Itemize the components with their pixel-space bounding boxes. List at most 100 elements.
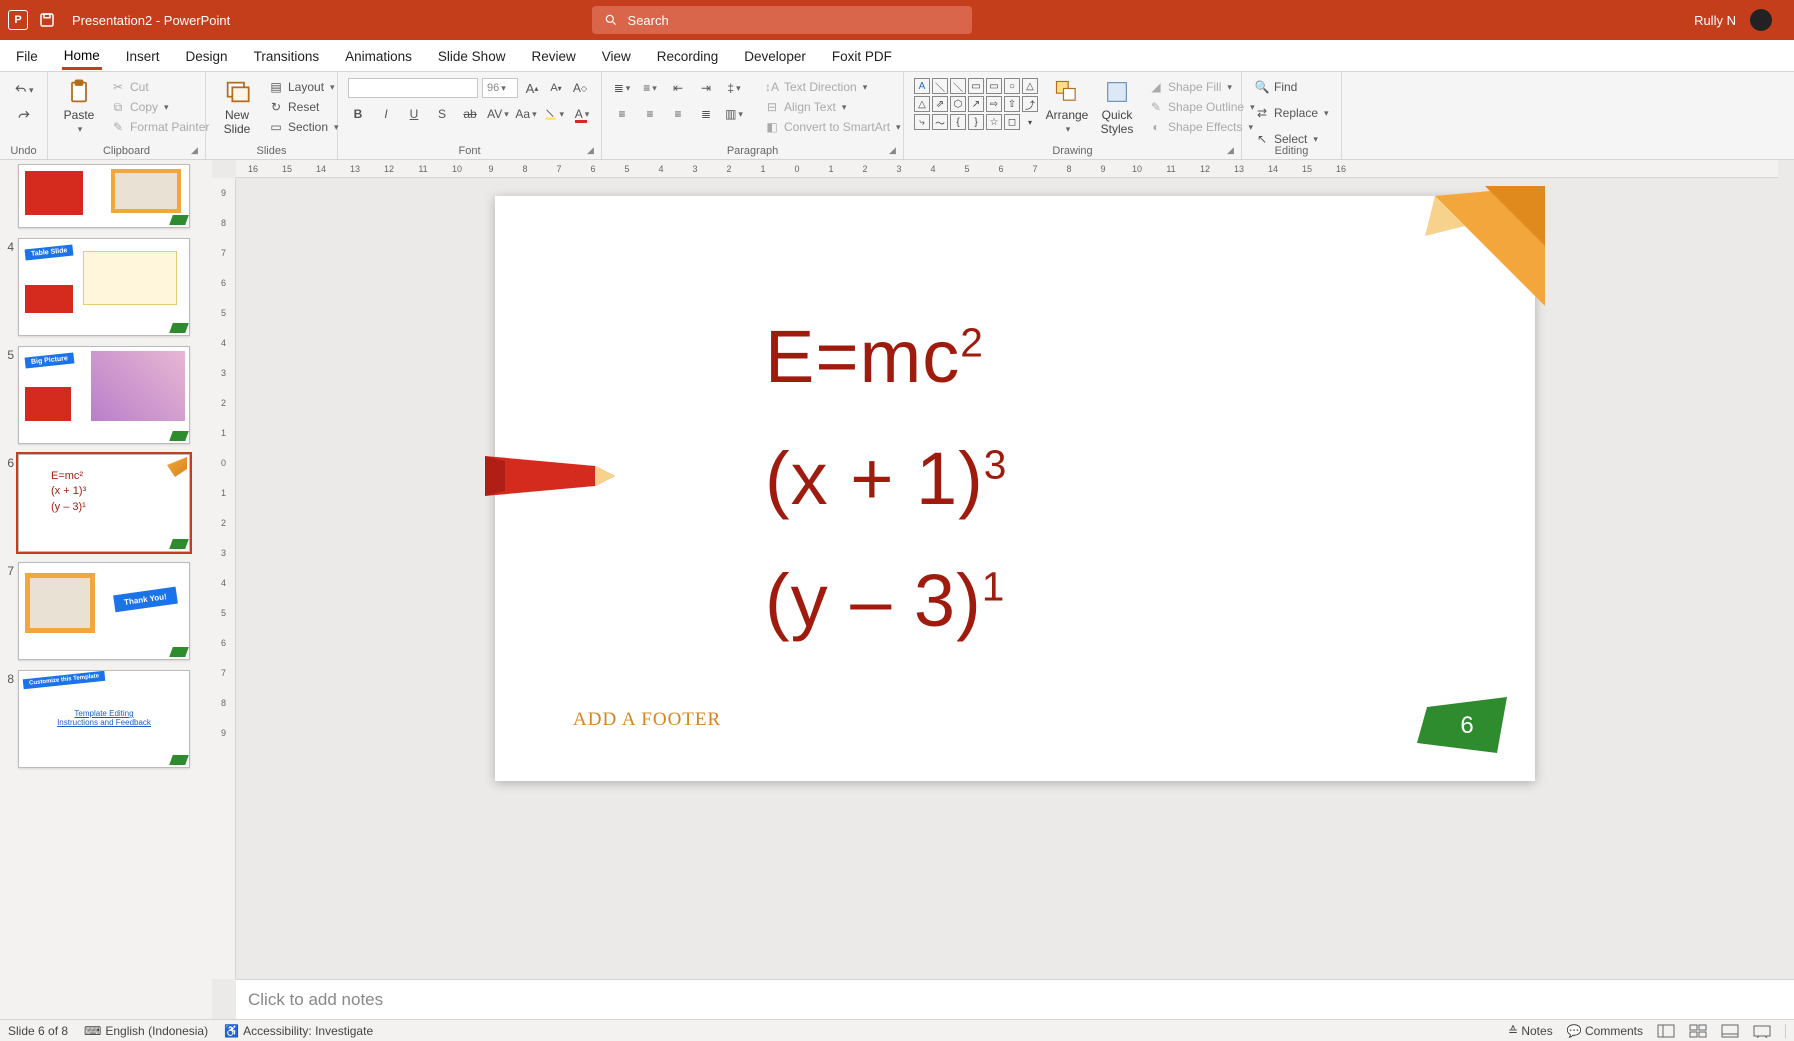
new-slide-button[interactable]: New Slide bbox=[216, 76, 258, 138]
tab-home[interactable]: Home bbox=[62, 42, 102, 70]
replace-button[interactable]: ⇄ Replace▾ bbox=[1252, 104, 1331, 122]
quick-styles-button[interactable]: Quick Styles bbox=[1096, 76, 1138, 138]
user-avatar[interactable] bbox=[1750, 9, 1772, 31]
undo-button[interactable]: ▾ bbox=[14, 80, 34, 100]
search-placeholder: Search bbox=[628, 13, 669, 28]
thumbnail-slide-4[interactable]: Table Slide bbox=[18, 238, 190, 336]
notes-pane[interactable]: Click to add notes bbox=[236, 979, 1794, 1019]
clipboard-dialog-launcher[interactable]: ◢ bbox=[191, 145, 203, 157]
status-bar: Slide 6 of 8 ⌨English (Indonesia) ♿Acces… bbox=[0, 1019, 1794, 1041]
align-left-button[interactable]: ≡ bbox=[612, 104, 632, 124]
find-button[interactable]: 🔍 Find bbox=[1252, 78, 1299, 96]
numbering-button[interactable]: ≡▾ bbox=[640, 78, 660, 98]
thumbnail-slide-6[interactable]: E=mc² (x + 1)³ (y – 3)¹ bbox=[18, 454, 190, 552]
status-language[interactable]: ⌨English (Indonesia) bbox=[84, 1024, 208, 1038]
search-box[interactable]: Search bbox=[592, 6, 972, 34]
highlight-button[interactable]: ▾ bbox=[544, 104, 564, 124]
thumbnail-slide-8[interactable]: Customize this Template Template Editing… bbox=[18, 670, 190, 768]
bold-button[interactable]: B bbox=[348, 104, 368, 124]
underline-button[interactable]: U bbox=[404, 104, 424, 124]
font-color-button[interactable]: A▾ bbox=[572, 104, 592, 124]
thumbnail-number: 5 bbox=[2, 346, 14, 362]
arrange-button[interactable]: Arrange▾ bbox=[1046, 76, 1088, 137]
layout-button[interactable]: ▤ Layout▾ bbox=[266, 78, 341, 96]
view-sorter-button[interactable] bbox=[1689, 1024, 1707, 1038]
tab-developer[interactable]: Developer bbox=[742, 43, 808, 68]
text-direction-button[interactable]: ↕A Text Direction▾ bbox=[762, 78, 903, 96]
layout-icon: ▤ bbox=[268, 79, 284, 95]
paragraph-dialog-launcher[interactable]: ◢ bbox=[889, 145, 901, 157]
cut-button[interactable]: ✂ Cut bbox=[108, 78, 211, 96]
svg-text:6: 6 bbox=[1460, 712, 1473, 739]
slide-canvas-scroll[interactable]: E=mc2 (x + 1)3 (y – 3)1 ADD A FOOTER 6 bbox=[236, 178, 1794, 979]
shapes-gallery[interactable]: A＼＼▭▭○△ △⇗⬡↗⇨⇧⤴ ⤷〜{}☆◻▾ bbox=[914, 78, 1038, 130]
tab-foxit-pdf[interactable]: Foxit PDF bbox=[830, 43, 894, 68]
shape-outline-button[interactable]: ✎ Shape Outline▾ bbox=[1146, 98, 1257, 116]
tab-file[interactable]: File bbox=[14, 43, 40, 68]
status-accessibility[interactable]: ♿Accessibility: Investigate bbox=[224, 1024, 373, 1038]
decrease-font-size-button[interactable]: A▾ bbox=[546, 78, 566, 98]
columns-button[interactable]: ▥▾ bbox=[724, 104, 744, 124]
increase-font-size-button[interactable]: A▴ bbox=[522, 78, 542, 98]
justify-button[interactable]: ≣ bbox=[696, 104, 716, 124]
increase-indent-button[interactable]: ⇥ bbox=[696, 78, 716, 98]
paste-button[interactable]: Paste ▾ bbox=[58, 76, 100, 137]
align-center-button[interactable]: ≡ bbox=[640, 104, 660, 124]
thumbnail-number: 8 bbox=[2, 670, 14, 686]
redo-button[interactable] bbox=[14, 106, 34, 126]
thumbnail-slide-5[interactable]: Big Picture bbox=[18, 346, 190, 444]
align-text-label: Align Text bbox=[784, 100, 836, 114]
font-family-combo[interactable] bbox=[348, 78, 478, 98]
slide-footer-placeholder[interactable]: ADD A FOOTER bbox=[573, 709, 721, 731]
italic-button[interactable]: I bbox=[376, 104, 396, 124]
drawing-dialog-launcher[interactable]: ◢ bbox=[1227, 145, 1239, 157]
status-comments-button[interactable]: 💬 Comments bbox=[1567, 1024, 1643, 1038]
tab-design[interactable]: Design bbox=[184, 43, 230, 68]
shape-fill-button[interactable]: ◢ Shape Fill▾ bbox=[1146, 78, 1257, 96]
view-slideshow-button[interactable] bbox=[1753, 1024, 1771, 1038]
status-notes-button[interactable]: ≙ Notes bbox=[1508, 1024, 1553, 1038]
line-spacing-button[interactable]: ‡▾ bbox=[724, 78, 744, 98]
copy-button[interactable]: ⧉ Copy▾ bbox=[108, 98, 211, 116]
align-text-button[interactable]: ⊟ Align Text▾ bbox=[762, 98, 903, 116]
section-button[interactable]: ▭ Section▾ bbox=[266, 118, 341, 136]
character-spacing-button[interactable]: AV▾ bbox=[488, 104, 508, 124]
tab-slide-show[interactable]: Slide Show bbox=[436, 43, 508, 68]
view-reading-button[interactable] bbox=[1721, 1024, 1739, 1038]
clear-formatting-button[interactable]: A◇ bbox=[570, 78, 590, 98]
tab-transitions[interactable]: Transitions bbox=[252, 43, 322, 68]
shape-textbox-icon[interactable]: A bbox=[914, 78, 930, 94]
user-name[interactable]: Rully N bbox=[1694, 13, 1736, 28]
format-painter-button[interactable]: ✎ Format Painter bbox=[108, 118, 211, 136]
decrease-indent-button[interactable]: ⇤ bbox=[668, 78, 688, 98]
thumbnail-slide-7[interactable]: Thank You! bbox=[18, 562, 190, 660]
copy-icon: ⧉ bbox=[110, 99, 126, 115]
tab-insert[interactable]: Insert bbox=[124, 43, 162, 68]
thumbnail-link: Instructions and Feedback bbox=[19, 718, 189, 727]
tab-recording[interactable]: Recording bbox=[655, 43, 721, 68]
align-right-button[interactable]: ≡ bbox=[668, 104, 688, 124]
slide-editor[interactable]: E=mc2 (x + 1)3 (y – 3)1 ADD A FOOTER 6 bbox=[495, 196, 1535, 781]
slide-text-content[interactable]: E=mc2 (x + 1)3 (y – 3)1 bbox=[765, 296, 1007, 662]
tab-view[interactable]: View bbox=[600, 43, 633, 68]
autosave-icon[interactable] bbox=[38, 11, 56, 29]
view-normal-button[interactable] bbox=[1657, 1024, 1675, 1038]
slide-thumbnails-panel[interactable]: 4 Table Slide 5 Big Picture 6 E=mc² bbox=[0, 160, 212, 1019]
group-slides: New Slide ▤ Layout▾ ↻ Reset ▭ Section▾ S… bbox=[206, 72, 338, 159]
bullets-button[interactable]: ≣▾ bbox=[612, 78, 632, 98]
thumbnail-row: 5 Big Picture bbox=[2, 346, 208, 444]
shape-effects-button[interactable]: ◐ Shape Effects▾ bbox=[1146, 118, 1257, 136]
bucket-icon: ◢ bbox=[1148, 79, 1164, 95]
thumbnail-slide-3[interactable] bbox=[18, 164, 190, 228]
font-size-combo[interactable]: 96▾ bbox=[482, 78, 518, 98]
group-clipboard: Paste ▾ ✂ Cut ⧉ Copy▾ ✎ Format Painter C… bbox=[48, 72, 206, 159]
change-case-button[interactable]: Aa▾ bbox=[516, 104, 536, 124]
font-dialog-launcher[interactable]: ◢ bbox=[587, 145, 599, 157]
reset-button[interactable]: ↻ Reset bbox=[266, 98, 341, 116]
convert-smartart-button[interactable]: ◧ Convert to SmartArt▾ bbox=[762, 118, 903, 136]
tab-animations[interactable]: Animations bbox=[343, 43, 414, 68]
shadow-button[interactable]: S bbox=[432, 104, 452, 124]
tab-review[interactable]: Review bbox=[529, 43, 577, 68]
copy-label: Copy bbox=[130, 100, 158, 114]
strikethrough-button[interactable]: ab bbox=[460, 104, 480, 124]
